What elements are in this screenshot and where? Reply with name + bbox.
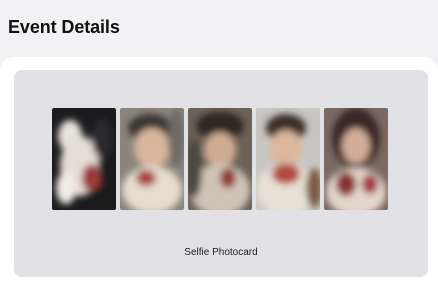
photocard-image-3[interactable] [188, 108, 252, 210]
photocard-panel[interactable]: Selfie Photocard [14, 70, 428, 277]
photocard-portrait-4-icon [256, 108, 320, 210]
photocard-row [52, 108, 388, 210]
event-details-card: Selfie Photocard [0, 57, 438, 292]
page-title: Event Details [8, 17, 120, 37]
photocard-caption: Selfie Photocard [184, 247, 258, 258]
photocard-image-4[interactable] [256, 108, 320, 210]
photocard-portrait-3-icon [188, 108, 252, 210]
photocard-portrait-1-icon [52, 108, 116, 210]
photocard-portrait-2-icon [120, 108, 184, 210]
photocard-image-1[interactable] [52, 108, 116, 210]
photocard-portrait-5-icon [324, 108, 388, 210]
photocard-image-2[interactable] [120, 108, 184, 210]
photocard-image-5[interactable] [324, 108, 388, 210]
